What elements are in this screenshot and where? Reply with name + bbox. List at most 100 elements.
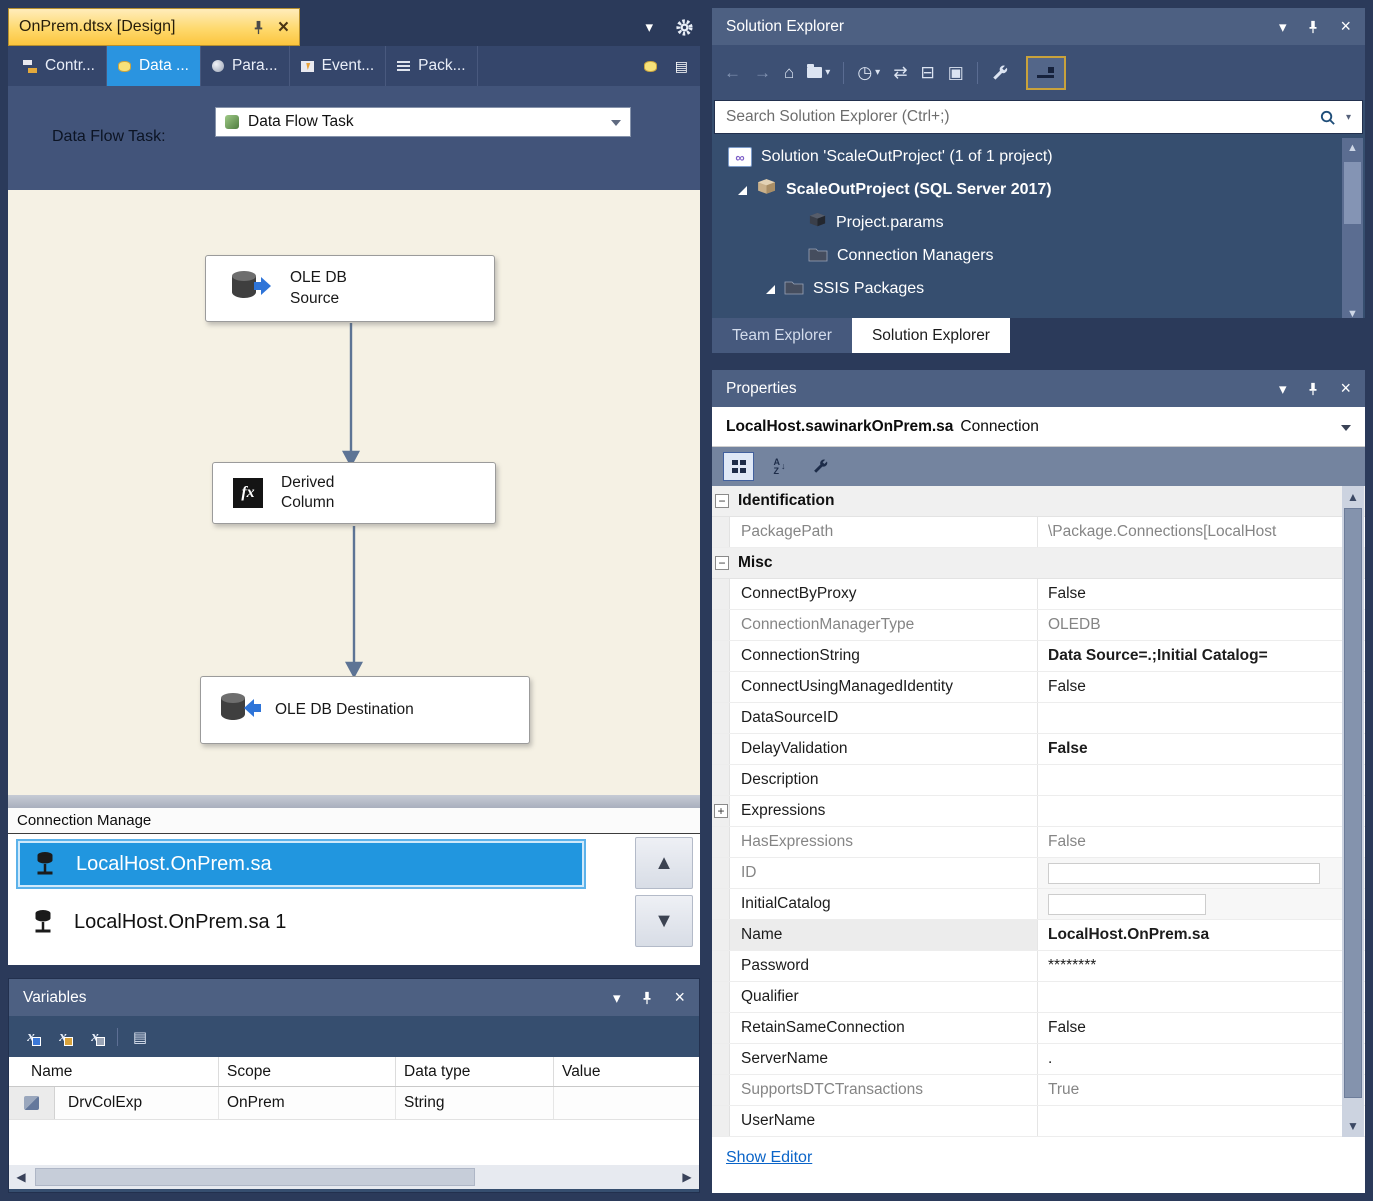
tab-solution-explorer[interactable]: Solution Explorer — [852, 318, 1010, 353]
search-options-caret-icon[interactable]: ▾ — [1346, 112, 1351, 123]
collapse-icon[interactable]: − — [715, 494, 729, 508]
back-icon[interactable]: ← — [724, 63, 741, 83]
window-menu-caret-icon[interactable]: ▾ — [645, 18, 653, 36]
connection-manager-item[interactable]: LocalHost.OnPrem.sa 1 — [16, 897, 586, 947]
forward-icon[interactable]: → — [754, 63, 771, 83]
tab-data-flow[interactable]: Data ... — [107, 46, 201, 86]
show-all-files-icon[interactable]: ▣ — [948, 63, 964, 83]
property-value[interactable]: False — [1038, 579, 1365, 609]
grid-icon[interactable]: ▤ — [675, 58, 688, 75]
property-row[interactable]: UserName — [712, 1106, 1365, 1137]
tab-team-explorer[interactable]: Team Explorer — [712, 318, 852, 353]
show-editor-link[interactable]: Show Editor — [726, 1149, 812, 1166]
node-ole-db-destination[interactable]: OLE DB Destination — [200, 676, 530, 744]
property-row[interactable]: PackagePath \Package.Connections[LocalHo… — [712, 517, 1365, 548]
move-variable-icon[interactable]: x — [53, 1027, 73, 1047]
property-row[interactable]: ConnectionString Data Source=.;Initial C… — [712, 641, 1365, 672]
property-value[interactable] — [1038, 889, 1365, 919]
property-row[interactable]: Qualifier — [712, 982, 1365, 1013]
close-icon[interactable]: × — [278, 18, 289, 37]
column-header-scope[interactable]: Scope — [219, 1057, 396, 1086]
property-row[interactable]: RetainSameConnection False — [712, 1013, 1365, 1044]
scroll-up-button[interactable]: ▲ — [635, 837, 693, 889]
property-value[interactable] — [1038, 1106, 1365, 1136]
window-position-caret-icon[interactable]: ▾ — [1279, 380, 1287, 398]
sync-with-active-document-icon[interactable]: ⇄ — [893, 63, 907, 83]
property-value[interactable] — [1038, 858, 1365, 888]
property-value[interactable] — [1038, 982, 1365, 1012]
switch-views-icon[interactable]: ▾ — [807, 67, 830, 78]
collapse-icon[interactable]: − — [715, 556, 729, 570]
scroll-right-icon[interactable]: ▶ — [675, 1165, 699, 1189]
chevron-down-icon[interactable] — [611, 113, 621, 131]
variable-value[interactable] — [554, 1087, 699, 1119]
add-variable-icon[interactable]: x — [21, 1027, 41, 1047]
property-value[interactable]: ******** — [1038, 951, 1365, 981]
tab-control-flow[interactable]: Contr... — [12, 46, 107, 86]
horizontal-splitter[interactable] — [8, 795, 700, 808]
property-value[interactable]: . — [1038, 1044, 1365, 1074]
gear-icon[interactable] — [675, 18, 694, 37]
property-value[interactable] — [1038, 796, 1365, 826]
tree-item-ssis-packages[interactable]: SSIS Packages — [766, 274, 924, 304]
property-row-expressions[interactable]: + Expressions — [712, 796, 1365, 827]
pin-icon[interactable] — [1306, 382, 1320, 396]
column-header-value[interactable]: Value — [554, 1057, 699, 1086]
property-pages-wrench-icon[interactable] — [805, 452, 836, 481]
solution-explorer-header[interactable]: Solution Explorer ▾ × — [712, 8, 1365, 45]
grid-options-icon[interactable]: ▤ — [130, 1027, 150, 1047]
connection-manager-item[interactable]: LocalHost.OnPrem.sa — [16, 839, 586, 889]
scrollbar-thumb[interactable] — [1344, 508, 1362, 1098]
node-derived-column[interactable]: fx Derived Column — [212, 462, 496, 524]
object-selector[interactable]: LocalHost.sawinarkOnPrem.sa Connection — [712, 407, 1365, 447]
variable-row[interactable]: DrvColExp OnPrem String — [9, 1087, 699, 1120]
pin-icon[interactable] — [1306, 20, 1320, 34]
data-flow-task-select[interactable]: Data Flow Task — [215, 107, 631, 137]
property-value[interactable]: False — [1038, 734, 1365, 764]
pin-icon[interactable] — [251, 20, 266, 35]
delete-variable-icon[interactable]: x — [85, 1027, 105, 1047]
property-row[interactable]: DataSourceID — [712, 703, 1365, 734]
scroll-left-icon[interactable]: ◀ — [9, 1165, 33, 1189]
column-header-name[interactable]: Name — [9, 1057, 219, 1086]
document-tab[interactable]: OnPrem.dtsx [Design] × — [8, 8, 300, 46]
property-value[interactable] — [1038, 703, 1365, 733]
property-category[interactable]: − Identification — [712, 486, 1365, 517]
collapse-all-icon[interactable]: ⊟ — [920, 63, 934, 83]
search-icon[interactable] — [1319, 109, 1336, 126]
search-input[interactable]: Search Solution Explorer (Ctrl+;) ▾ — [714, 100, 1363, 134]
vertical-scrollbar[interactable]: ▲ ▼ — [1342, 138, 1363, 324]
variable-row-selector[interactable] — [9, 1087, 55, 1119]
variables-header[interactable]: Variables ▾ × — [9, 979, 699, 1016]
property-row[interactable]: ConnectUsingManagedIdentity False — [712, 672, 1365, 703]
chevron-down-icon[interactable] — [1341, 418, 1351, 436]
tree-item-project-params[interactable]: Project.params — [808, 208, 944, 238]
alphabetical-sort-button[interactable]: AZ ↓ — [764, 452, 795, 481]
close-icon[interactable]: × — [674, 987, 685, 1008]
property-value[interactable]: False — [1038, 672, 1365, 702]
property-row[interactable]: ConnectByProxy False — [712, 579, 1365, 610]
tab-parameters[interactable]: Para... — [201, 46, 290, 86]
expander-icon[interactable] — [738, 186, 747, 195]
scroll-down-button[interactable]: ▼ — [635, 895, 693, 947]
data-flow-design-surface[interactable]: OLE DB Source fx Derived Column OLE DB D… — [8, 190, 700, 795]
tab-package-explorer[interactable]: Pack... — [386, 46, 477, 86]
pin-icon[interactable] — [640, 991, 654, 1005]
categorized-view-button[interactable] — [723, 452, 754, 481]
pending-changes-filter-icon[interactable]: ◷▾ — [857, 63, 880, 83]
value-edit-box[interactable] — [1048, 863, 1320, 884]
property-row[interactable]: ConnectionManagerType OLEDB — [712, 610, 1365, 641]
vertical-scrollbar[interactable]: ▲ ▼ — [1342, 486, 1364, 1137]
properties-wrench-icon[interactable] — [991, 64, 1009, 82]
property-row[interactable]: Description — [712, 765, 1365, 796]
property-value[interactable]: LocalHost.OnPrem.sa — [1038, 920, 1365, 950]
property-value[interactable] — [1038, 765, 1365, 795]
package-icon[interactable] — [644, 61, 657, 72]
property-value[interactable]: False — [1038, 1013, 1365, 1043]
property-category[interactable]: − Misc — [712, 548, 1365, 579]
property-row[interactable]: SupportsDTCTransactions True — [712, 1075, 1365, 1106]
scrollbar-thumb[interactable] — [35, 1168, 475, 1186]
window-position-caret-icon[interactable]: ▾ — [1279, 18, 1287, 36]
scroll-down-icon[interactable]: ▼ — [1342, 1116, 1364, 1136]
column-header-data-type[interactable]: Data type — [396, 1057, 554, 1086]
